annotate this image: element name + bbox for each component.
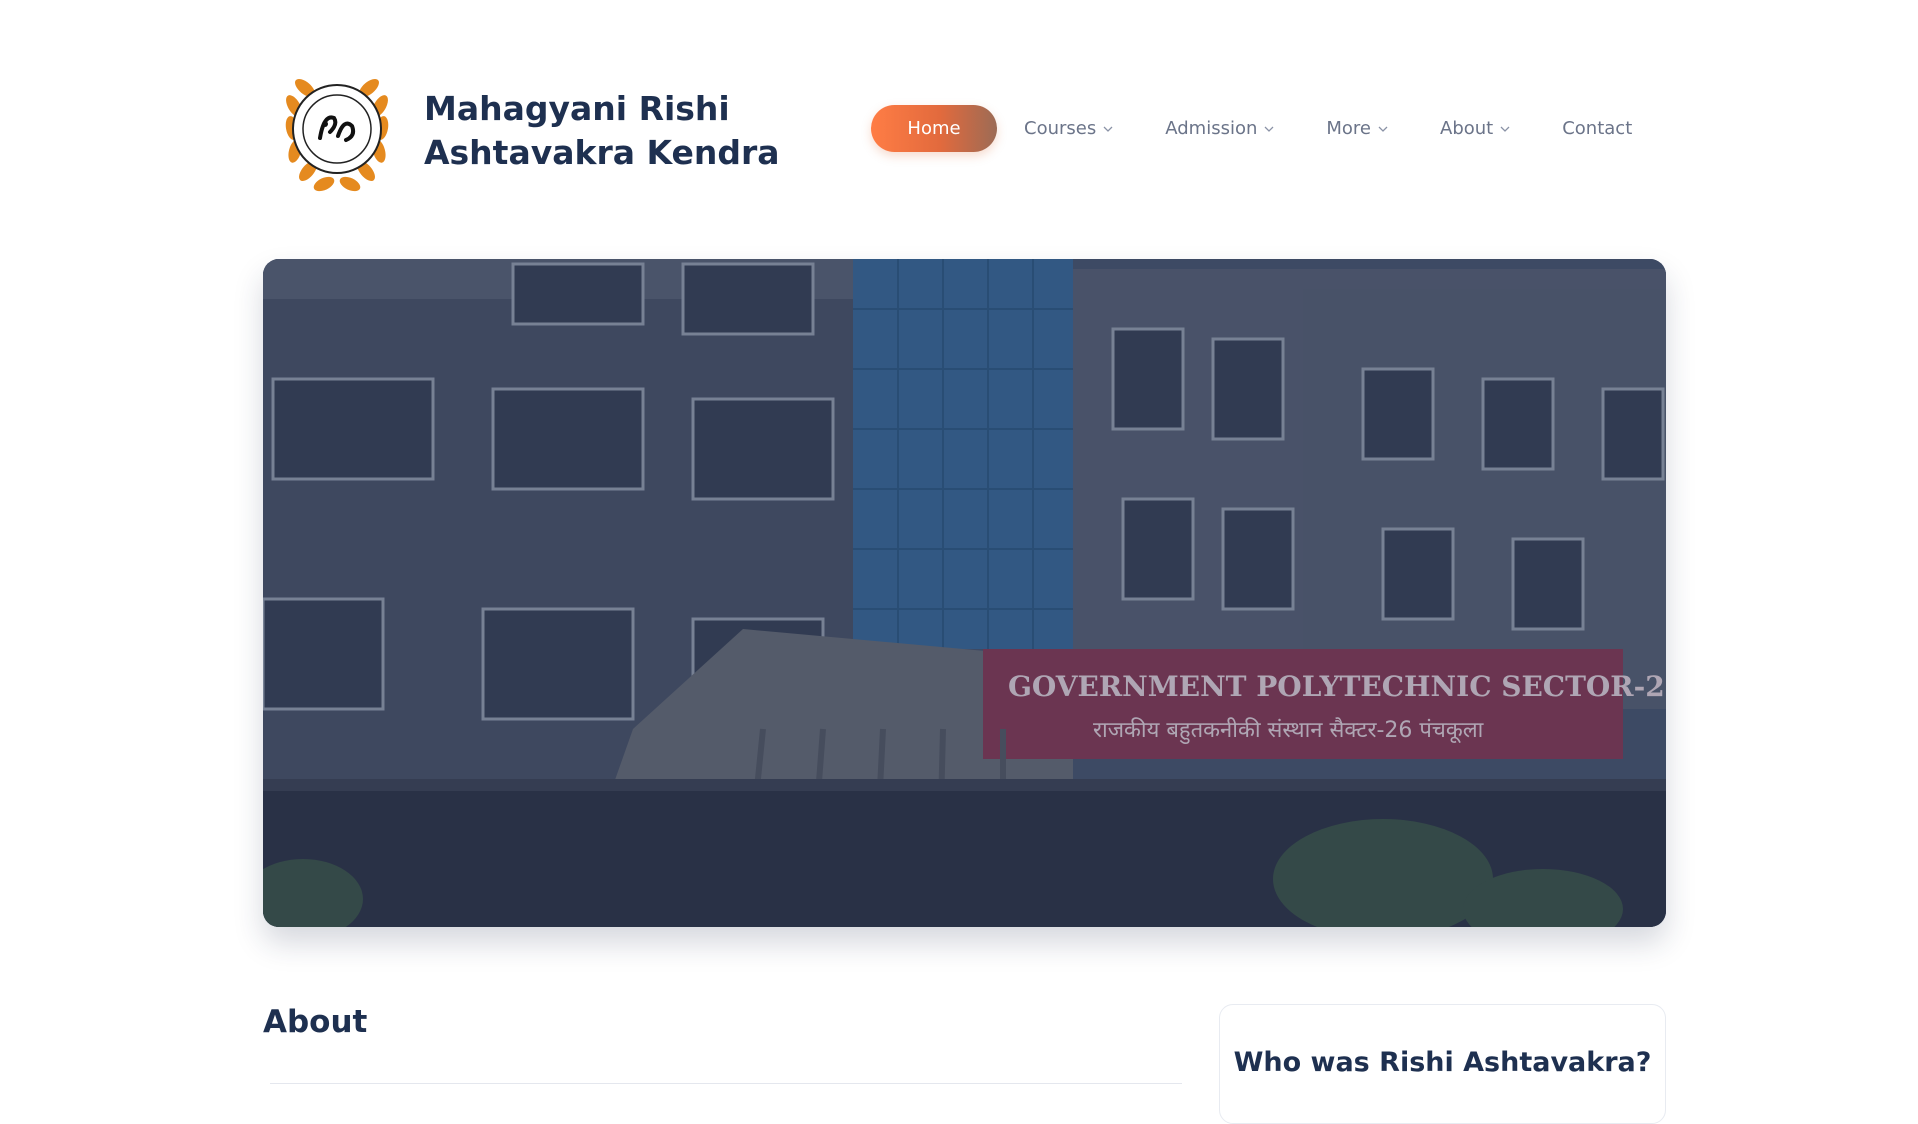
laurel-emblem-logo [272,66,402,196]
nav-about-label: About [1440,118,1494,139]
main-nav: Home Courses Admission More About Contac… [871,105,1632,152]
nav-admission[interactable]: Admission [1165,118,1275,139]
site-title-line2: Ashtavakra Kendra [424,133,780,172]
nav-courses[interactable]: Courses [1024,118,1114,139]
nav-more-label: More [1326,118,1371,139]
nav-more[interactable]: More [1326,118,1389,139]
chevron-down-icon [1102,123,1114,135]
nav-about[interactable]: About [1440,118,1511,139]
chevron-down-icon [1499,123,1511,135]
chevron-down-icon [1377,123,1389,135]
brand[interactable]: Mahagyani Rishi Ashtavakra Kendra [272,66,780,196]
sidebar-card: Who was Rishi Ashtavakra? [1219,1004,1666,1124]
chevron-down-icon [1263,123,1275,135]
nav-contact-label: Contact [1562,118,1633,139]
section-divider [270,1083,1182,1084]
site-header: Mahagyani Rishi Ashtavakra Kendra Home C… [0,0,1918,250]
site-title-line1: Mahagyani Rishi [424,89,730,128]
sidebar-card-title: Who was Rishi Ashtavakra? [1233,1047,1652,1078]
nav-courses-label: Courses [1024,118,1097,139]
site-title: Mahagyani Rishi Ashtavakra Kendra [424,87,780,175]
nav-admission-label: Admission [1165,118,1258,139]
nav-contact[interactable]: Contact [1562,118,1632,139]
nav-home-label: Home [907,118,961,139]
hero-image: GOVERNMENT POLYTECHNIC SECTOR-26, PANCHK… [263,259,1666,927]
about-heading: About [263,1004,368,1040]
nav-home[interactable]: Home [871,105,997,152]
